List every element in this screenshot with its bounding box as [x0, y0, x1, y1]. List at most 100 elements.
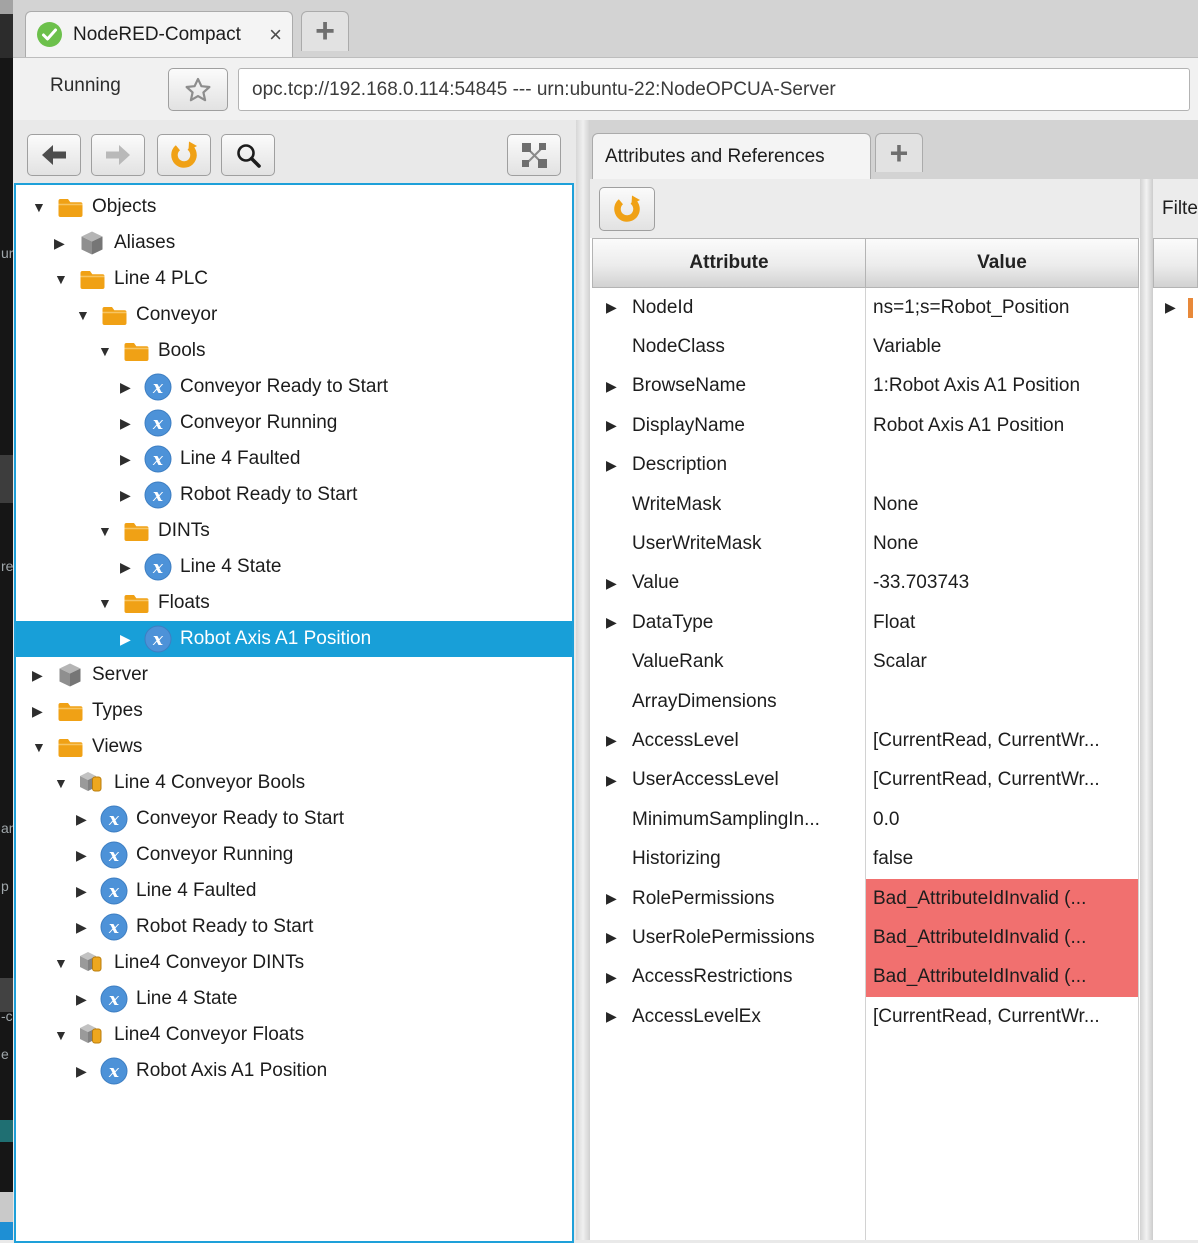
expand-icon[interactable]: ▶: [76, 1063, 100, 1080]
expand-icon[interactable]: ▶: [606, 969, 632, 986]
expand-icon[interactable]: ▶: [76, 883, 100, 900]
attribute-value: [CurrentRead, CurrentWr...: [866, 997, 1139, 1036]
tree-item[interactable]: ▶xLine 4 Faulted: [16, 441, 572, 477]
references-splitter[interactable]: [1140, 179, 1153, 1240]
attribute-name: ArrayDimensions: [632, 691, 777, 713]
tree-item-label: Conveyor: [136, 304, 217, 326]
collapse-icon[interactable]: ▼: [54, 1027, 78, 1043]
tree-item[interactable]: ▶Types: [16, 693, 572, 729]
tree-item[interactable]: ▶xLine 4 State: [16, 549, 572, 585]
expand-icon[interactable]: ▶: [76, 919, 100, 936]
column-header-value[interactable]: Value: [865, 238, 1139, 288]
tree-splitter[interactable]: [576, 120, 590, 1240]
tree-item[interactable]: ▼Bools: [16, 333, 572, 369]
refresh-button[interactable]: [157, 134, 211, 176]
forward-button[interactable]: [91, 134, 145, 176]
expand-icon[interactable]: ▶: [606, 378, 632, 395]
references-row[interactable]: ▶: [1153, 288, 1198, 327]
tree-item[interactable]: ▶xConveyor Ready to Start: [16, 369, 572, 405]
expand-icon[interactable]: ▶: [76, 847, 100, 864]
attribute-name: UserAccessLevel: [632, 769, 779, 791]
attribute-name-cell: ▶BrowseName: [592, 367, 866, 406]
collapse-icon[interactable]: ▼: [98, 595, 122, 611]
attribute-name: DisplayName: [632, 415, 745, 437]
expand-icon[interactable]: ▶: [606, 890, 632, 907]
expand-icon[interactable]: ▶: [120, 631, 144, 648]
expand-icon[interactable]: ▶: [606, 457, 632, 474]
collapse-icon[interactable]: ▼: [32, 199, 56, 215]
tree-item[interactable]: ▶xLine 4 State: [16, 981, 572, 1017]
variable-icon: x: [100, 913, 128, 941]
tree-item[interactable]: ▶xConveyor Running: [16, 405, 572, 441]
tree-item[interactable]: ▼Line4 Conveyor Floats: [16, 1017, 572, 1053]
expand-icon[interactable]: ▶: [606, 417, 632, 434]
tree-item-label: Line 4 State: [180, 556, 281, 578]
expand-icon[interactable]: ▶: [606, 299, 632, 316]
tree-item[interactable]: ▼Views: [16, 729, 572, 765]
tree-item[interactable]: ▼Line 4 PLC: [16, 261, 572, 297]
tree-item[interactable]: ▶Aliases: [16, 225, 572, 261]
expand-icon[interactable]: ▶: [76, 811, 100, 828]
new-tab-button[interactable]: +: [301, 11, 349, 51]
tree-item[interactable]: ▼Line 4 Conveyor Bools: [16, 765, 572, 801]
tree-item[interactable]: ▼Floats: [16, 585, 572, 621]
search-button[interactable]: [221, 134, 275, 176]
tree-item[interactable]: ▼DINTs: [16, 513, 572, 549]
expand-icon[interactable]: ▶: [54, 235, 78, 252]
attribute-name: NodeClass: [632, 336, 725, 358]
collapse-icon[interactable]: ▼: [76, 307, 100, 323]
expand-icon[interactable]: ▶: [606, 732, 632, 749]
tree-item[interactable]: ▶xConveyor Running: [16, 837, 572, 873]
references-column-header[interactable]: [1153, 238, 1198, 288]
expand-icon[interactable]: ▶: [120, 487, 144, 504]
collapse-icon[interactable]: ▼: [54, 775, 78, 791]
column-header-attribute[interactable]: Attribute: [592, 238, 866, 288]
collapse-icon[interactable]: ▼: [32, 739, 56, 755]
tree-item[interactable]: ▶xRobot Ready to Start: [16, 909, 572, 945]
expand-icon[interactable]: ▶: [120, 379, 144, 396]
collapse-icon[interactable]: ▼: [98, 523, 122, 539]
folder-icon: [122, 337, 150, 365]
attribute-value: Robot Axis A1 Position: [866, 406, 1139, 445]
expand-icon[interactable]: ▶: [32, 703, 56, 720]
tree-item[interactable]: ▼Objects: [16, 189, 572, 225]
expand-icon[interactable]: ▶: [76, 991, 100, 1008]
node-graph-button[interactable]: [507, 134, 561, 176]
tree-item[interactable]: ▶xRobot Ready to Start: [16, 477, 572, 513]
new-document-tab-button[interactable]: +: [875, 133, 923, 172]
attributes-refresh-button[interactable]: [599, 187, 655, 231]
tab-nodered-compact[interactable]: NodeRED-Compact ×: [25, 11, 293, 57]
expand-icon[interactable]: ▶: [120, 451, 144, 468]
folder-icon: [100, 301, 128, 329]
tree-item[interactable]: ▼Line4 Conveyor DINTs: [16, 945, 572, 981]
svg-text:x: x: [108, 810, 120, 830]
collapse-icon[interactable]: ▼: [54, 955, 78, 971]
attribute-name: Value: [632, 572, 679, 594]
favorite-button[interactable]: [168, 68, 228, 111]
expand-icon[interactable]: ▶: [606, 772, 632, 789]
expand-icon[interactable]: ▶: [606, 929, 632, 946]
tree-item[interactable]: ▶xRobot Axis A1 Position: [16, 1053, 572, 1089]
tree-item[interactable]: ▶xConveyor Ready to Start: [16, 801, 572, 837]
tree-item-label: Conveyor Running: [136, 844, 293, 866]
tree-item[interactable]: ▼ Conveyor: [16, 297, 572, 333]
svg-text:x: x: [152, 378, 164, 398]
collapse-icon[interactable]: ▼: [54, 271, 78, 287]
expand-icon[interactable]: ▶: [120, 559, 144, 576]
expand-icon[interactable]: ▶: [120, 415, 144, 432]
server-address-input[interactable]: opc.tcp://192.168.0.114:54845 --- urn:ub…: [238, 68, 1190, 111]
collapse-icon[interactable]: ▼: [98, 343, 122, 359]
expand-icon[interactable]: ▶: [606, 1008, 632, 1025]
expand-icon[interactable]: ▶: [606, 614, 632, 631]
expand-icon[interactable]: ▶: [32, 667, 56, 684]
tree-item[interactable]: ▶xRobot Axis A1 Position: [16, 621, 572, 657]
tree-item[interactable]: ▶xLine 4 Faulted: [16, 873, 572, 909]
close-tab-icon[interactable]: ×: [269, 25, 282, 45]
cube-icon: [56, 661, 84, 689]
attribute-value: 1:Robot Axis A1 Position: [866, 367, 1139, 406]
tree-item[interactable]: ▶Server: [16, 657, 572, 693]
tab-attributes-and-references[interactable]: Attributes and References: [592, 133, 871, 179]
expand-icon[interactable]: ▶: [1153, 299, 1176, 316]
expand-icon[interactable]: ▶: [606, 575, 632, 592]
back-button[interactable]: [27, 134, 81, 176]
